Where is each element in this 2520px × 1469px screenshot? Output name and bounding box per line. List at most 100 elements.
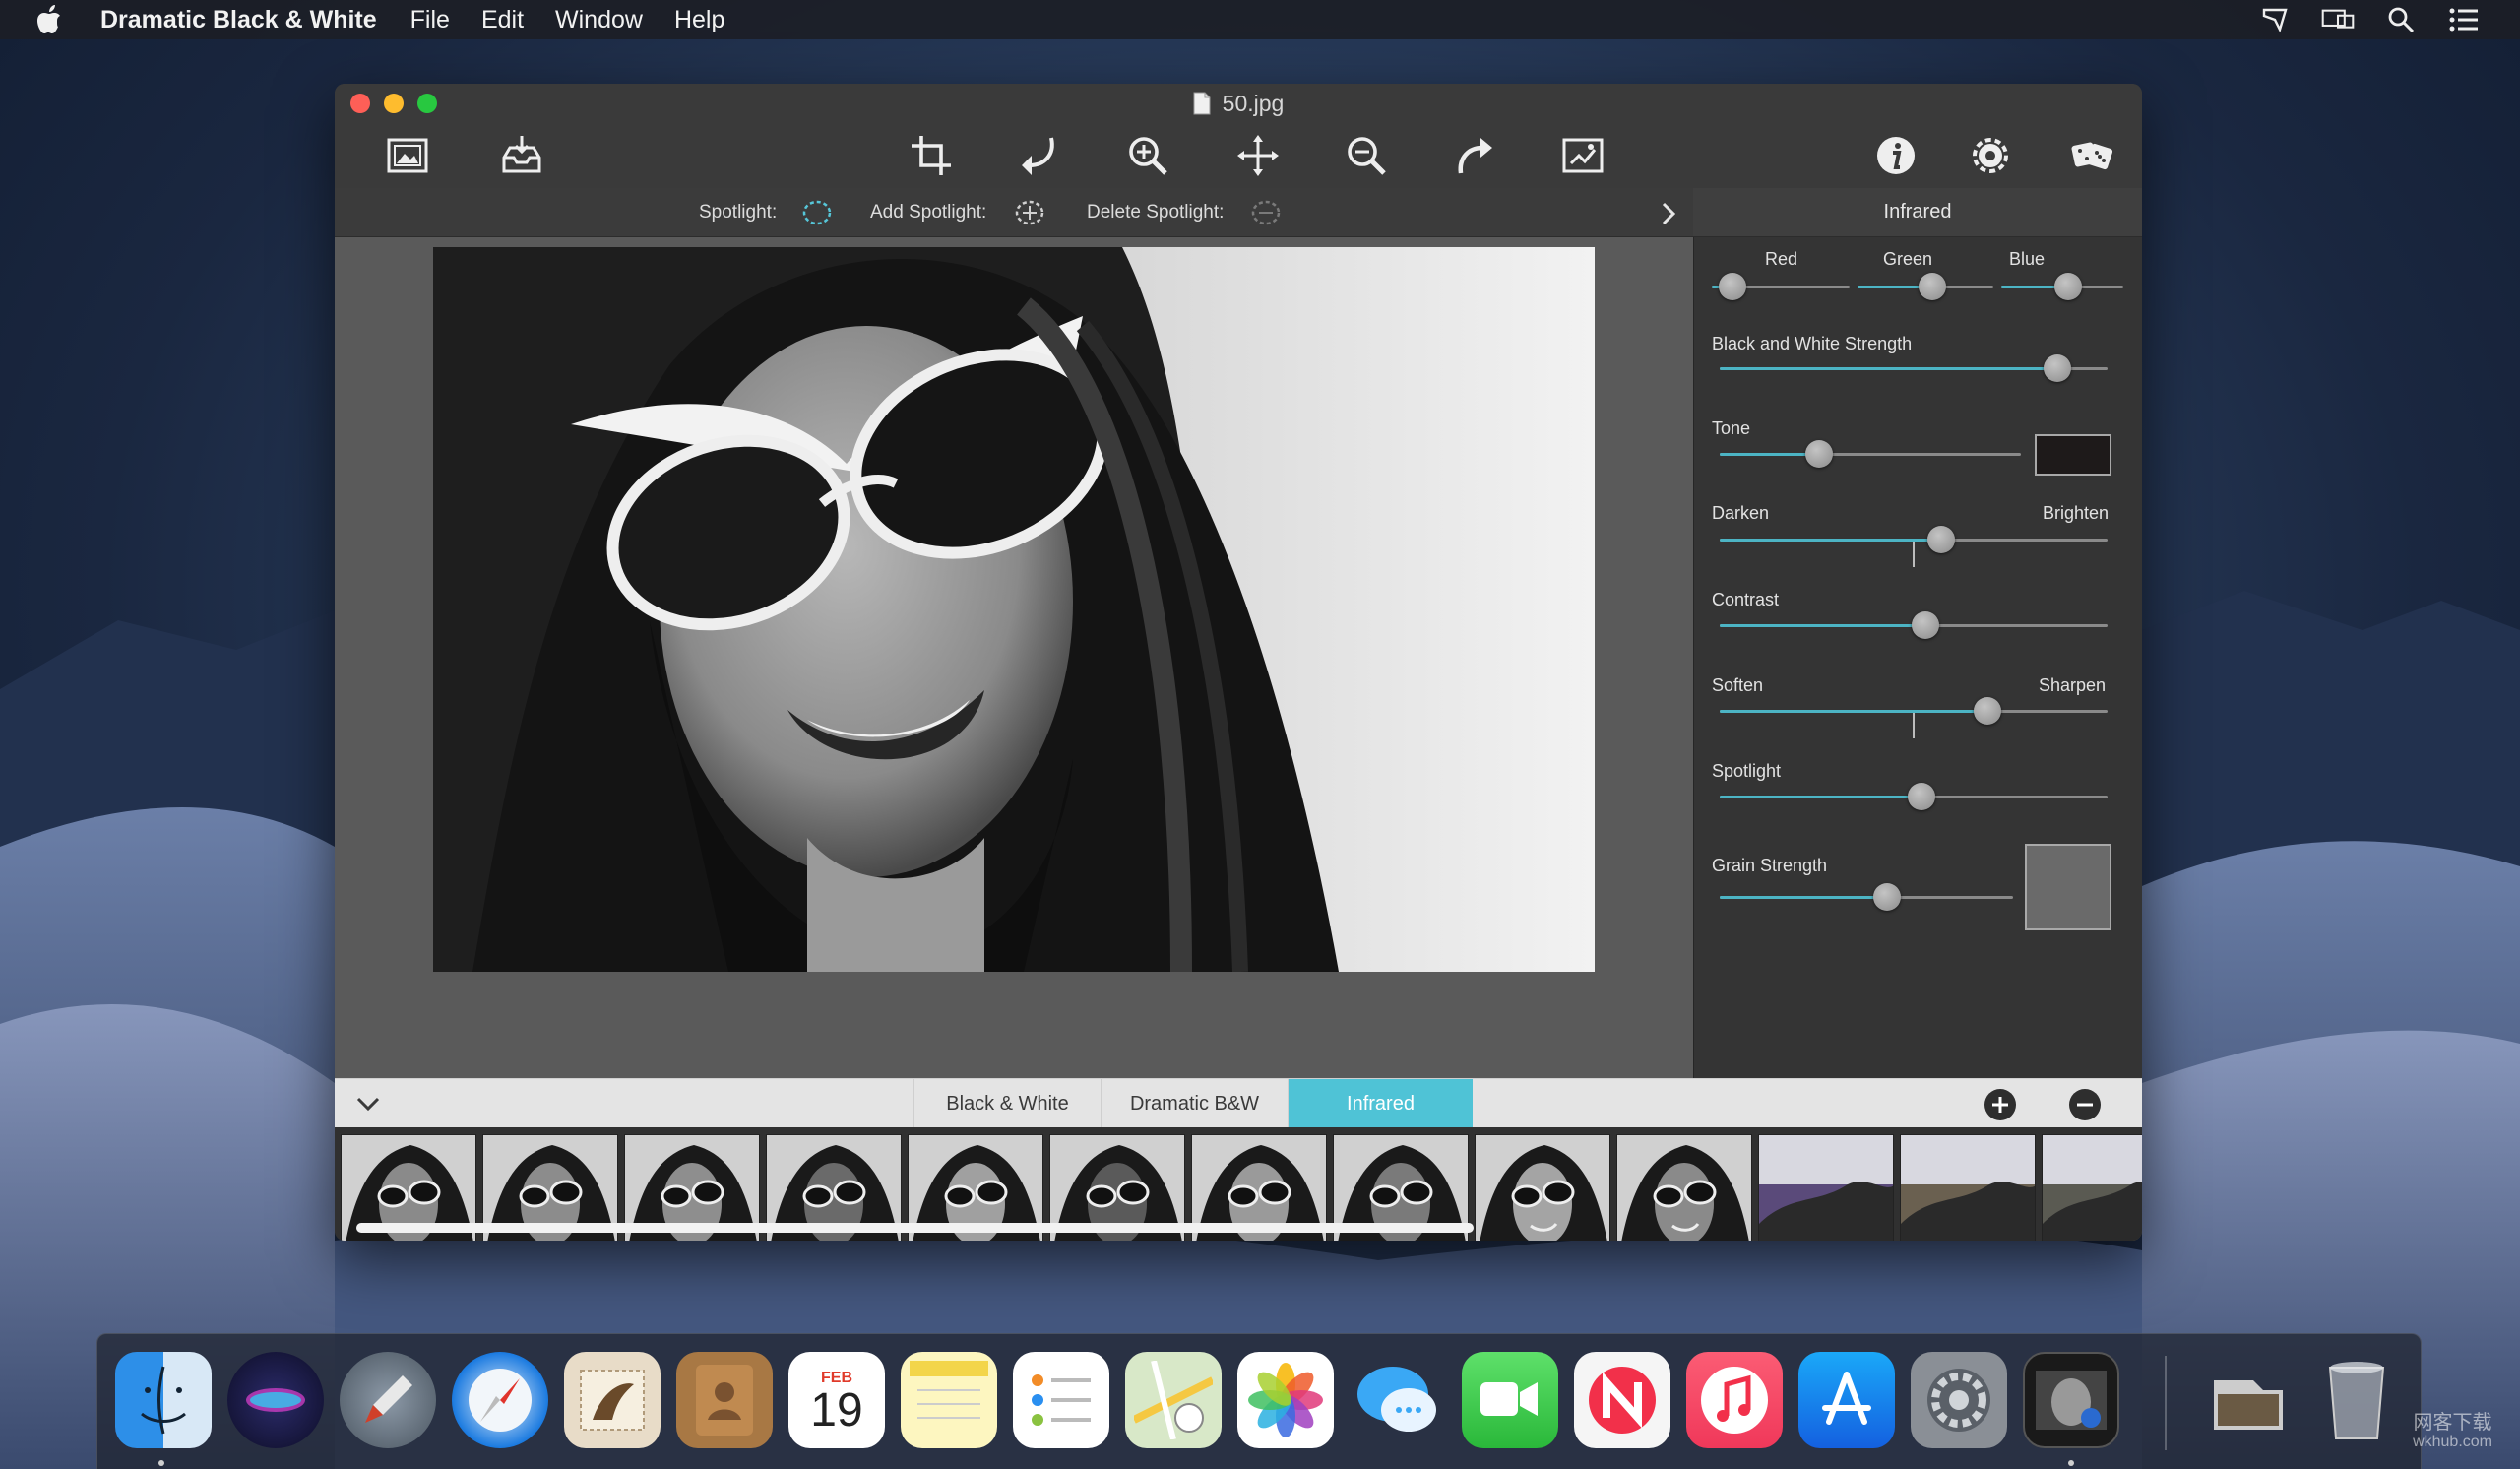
news-dock-icon[interactable] [1574,1352,1670,1448]
app-store-dock-icon[interactable] [1798,1352,1895,1448]
preset-thumbnail[interactable]: Infrared 1 [2042,1134,2142,1241]
menu-file[interactable]: File [410,6,450,34]
add-spotlight-icon[interactable] [1014,198,1045,227]
tone-slider[interactable] [1720,440,2021,468]
system-preferences-dock-icon[interactable] [1911,1352,2007,1448]
contacts-dock-icon[interactable] [676,1352,773,1448]
chevron-right-icon[interactable] [1660,202,1677,225]
pan-move-button[interactable] [1230,131,1286,180]
preset-thumbnail[interactable]: Infrared 10 [1616,1134,1752,1241]
soften-sharpen-knob[interactable] [1973,697,2001,725]
grain-texture-swatch[interactable] [2025,844,2111,930]
launchpad-dock-icon[interactable] [340,1352,436,1448]
rotate-left-button[interactable] [1012,131,1067,180]
blue-slider-knob[interactable] [2054,273,2083,300]
tone-knob[interactable] [1804,440,1833,468]
panel-title: Infrared [1883,201,1952,223]
zoom-in-button[interactable] [1120,131,1175,180]
settings-button[interactable] [1963,131,2018,180]
add-preset-button[interactable] [1984,1089,2016,1120]
contrast-slider[interactable] [1720,611,2108,639]
messages-dock-icon[interactable] [1350,1352,1446,1448]
image-canvas[interactable] [335,237,1693,1078]
chevron-down-icon[interactable] [354,1091,382,1117]
minus-icon [2077,1103,2093,1107]
green-slider[interactable] [1858,273,1993,300]
darken-brighten-slider[interactable] [1720,526,2108,567]
grain-strength-label: Grain Strength [1712,856,1828,875]
spotlight-label: Spotlight: [699,202,778,223]
zoom-out-button[interactable] [1339,131,1394,180]
preset-thumbnail[interactable]: Infrared 12 [1900,1134,2036,1241]
airdrop-status-icon[interactable] [2258,5,2292,34]
remove-preset-button[interactable] [2069,1089,2101,1120]
zoom-window-button[interactable] [417,94,437,113]
spotlight-toggle-icon[interactable] [801,198,833,227]
red-slider[interactable] [1712,273,1850,300]
tab-black-white[interactable]: Black & White [914,1079,1101,1128]
minimize-window-button[interactable] [384,94,404,113]
tone-color-swatch[interactable] [2035,434,2111,476]
soften-sharpen-slider[interactable] [1720,697,2108,738]
apple-menu-icon[interactable] [32,2,67,37]
tab-infrared[interactable]: Infrared [1288,1079,1473,1128]
bw-strength-slider[interactable] [1720,354,2108,382]
trash-dock-icon[interactable] [2308,1352,2405,1448]
preset-scrollbar[interactable] [356,1223,1474,1233]
darken-brighten-knob[interactable] [1926,526,1955,553]
finder-dock-icon[interactable] [115,1352,212,1448]
save-image-button[interactable] [494,131,549,180]
delete-spotlight-icon[interactable] [1250,198,1282,227]
blue-label: Blue [2009,249,2046,269]
close-window-button[interactable] [350,94,370,113]
dock-separator [2165,1356,2167,1450]
rotate-right-button[interactable] [1447,131,1502,180]
spotlight-knob[interactable] [1907,783,1935,810]
calendar-dock-icon[interactable]: FEB 19 [788,1352,885,1448]
zoom-in-icon [1129,137,1167,175]
crop-button[interactable] [904,131,959,180]
move-arrows-icon [1237,135,1279,176]
brighten-label: Brighten [2043,503,2110,523]
bw-strength-knob[interactable] [2043,354,2071,382]
safari-dock-icon[interactable] [452,1352,548,1448]
notes-dock-icon[interactable] [901,1352,997,1448]
spotlight-search-icon[interactable] [2384,5,2418,34]
document-icon [1193,92,1211,115]
mail-dock-icon[interactable] [564,1352,661,1448]
grain-strength-knob[interactable] [1872,883,1901,911]
notification-center-icon[interactable] [2447,5,2481,34]
random-preset-button[interactable] [2065,131,2120,180]
preset-preview-image [1616,1134,1752,1241]
music-dock-icon[interactable] [1686,1352,1783,1448]
preset-thumbnail[interactable]: Infrared 11 [1758,1134,1894,1241]
app-name-menu[interactable]: Dramatic Black & White [100,6,377,34]
downloads-stack-dock-icon[interactable] [2200,1352,2297,1448]
siri-dock-icon[interactable] [227,1352,324,1448]
facetime-dock-icon[interactable] [1462,1352,1558,1448]
green-slider-knob[interactable] [1918,273,1946,300]
tab-dramatic-bw[interactable]: Dramatic B&W [1101,1079,1288,1128]
red-slider-knob[interactable] [1719,273,1746,300]
red-label: Red [1765,249,1798,269]
dramatic-bw-dock-icon[interactable] [2023,1352,2119,1448]
grain-strength-slider[interactable] [1720,883,2013,911]
blue-slider[interactable] [2001,273,2123,300]
reminders-dock-icon[interactable] [1013,1352,1109,1448]
open-image-button[interactable] [380,131,435,180]
display-mirroring-icon[interactable] [2321,5,2355,34]
photos-dock-icon[interactable] [1237,1352,1334,1448]
menu-edit[interactable]: Edit [481,6,524,34]
menu-help[interactable]: Help [674,6,724,34]
rotate-right-icon [1458,138,1492,174]
contrast-knob[interactable] [1911,611,1939,639]
preset-thumbnail[interactable]: Infrared 09 [1475,1134,1610,1241]
adjustments-panel: Red Green Blue Black and White Strength … [1693,237,2142,1078]
spotlight-slider[interactable] [1720,783,2108,810]
info-button[interactable] [1868,131,1923,180]
compare-view-button[interactable] [1555,131,1610,180]
title-bar[interactable]: 50.jpg [335,84,2142,123]
running-indicator [158,1460,164,1466]
menu-window[interactable]: Window [555,6,643,34]
maps-dock-icon[interactable] [1125,1352,1222,1448]
